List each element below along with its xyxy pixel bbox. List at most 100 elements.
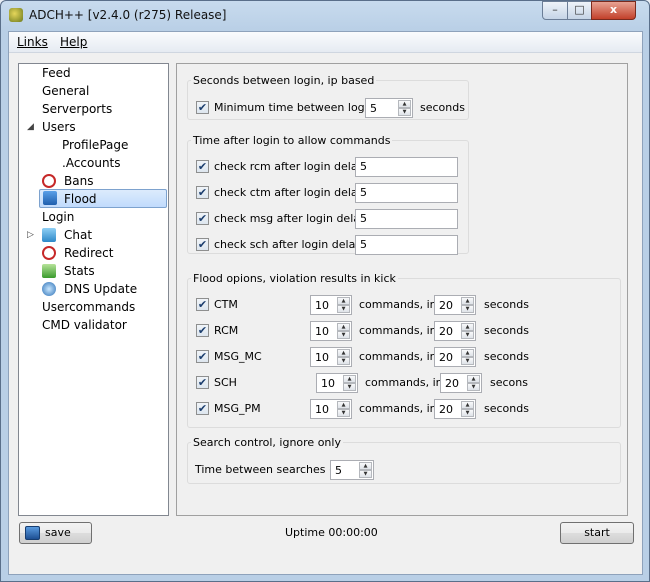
min-time-checkbox[interactable]: ✔ [196, 101, 209, 114]
spin-down-icon[interactable]: ▼ [467, 383, 480, 391]
spin-down-icon[interactable]: ▼ [461, 357, 474, 365]
window-title: ADCH++ [v2.4.0 (r275) Release] [29, 8, 227, 22]
tree-item-chat[interactable]: Chat [64, 226, 92, 244]
msg-mc-label: MSG_MC [214, 350, 262, 363]
rcm-checkbox[interactable]: ✔ [196, 324, 209, 337]
msg-pm-label: MSG_PM [214, 402, 261, 415]
sch-mid-label: commands, in [365, 376, 443, 389]
spin-up-icon[interactable]: ▲ [337, 297, 350, 305]
spin-up-icon[interactable]: ▲ [461, 297, 474, 305]
tree-item-dns-update[interactable]: DNS Update [64, 280, 137, 298]
spin-down-icon[interactable]: ▼ [337, 409, 350, 417]
spin-down-icon[interactable]: ▼ [461, 305, 474, 313]
tree-item-bans[interactable]: Bans [64, 172, 93, 190]
msg-mc-seconds-spinner[interactable]: 20 ▲ ▼ [434, 347, 476, 367]
check-ctm-input[interactable]: 5 [355, 183, 458, 203]
minimize-button[interactable]: – [542, 1, 568, 20]
sch-seconds-spinner[interactable]: 20 ▲ ▼ [440, 373, 482, 393]
check-rcm-input[interactable]: 5 [355, 157, 458, 177]
spin-up-icon[interactable]: ▲ [337, 323, 350, 331]
spin-up-icon[interactable]: ▲ [461, 323, 474, 331]
tree-item-users[interactable]: Users [42, 118, 76, 136]
tree-item-accounts[interactable]: .Accounts [62, 154, 121, 172]
sch-checkbox[interactable]: ✔ [196, 376, 209, 389]
spin-down-icon[interactable]: ▼ [343, 383, 356, 391]
ctm-checkbox[interactable]: ✔ [196, 298, 209, 311]
check-msg-label: check msg after login delay [214, 212, 367, 225]
settings-tree[interactable]: Feed General Serverports ◢ Users Profile… [18, 63, 169, 516]
spin-up-icon[interactable]: ▲ [343, 375, 356, 383]
dns-update-icon [42, 282, 56, 296]
tree-item-redirect[interactable]: Redirect [64, 244, 114, 262]
msg-pm-checkbox[interactable]: ✔ [196, 402, 209, 415]
spin-up-icon[interactable]: ▲ [359, 462, 372, 470]
sch-count-value: 10 [321, 377, 335, 390]
rcm-seconds-spinner[interactable]: 20 ▲ ▼ [434, 321, 476, 341]
rcm-count-spinner[interactable]: 10 ▲ ▼ [310, 321, 352, 341]
ctm-count-spinner[interactable]: 10 ▲ ▼ [310, 295, 352, 315]
title-bar[interactable]: ADCH++ [v2.4.0 (r275) Release] – □ x [1, 1, 649, 31]
msg-pm-count-spinner[interactable]: 10 ▲ ▼ [310, 399, 352, 419]
spin-down-icon[interactable]: ▼ [461, 331, 474, 339]
client-area: Links Help Feed General Serverports ◢ Us… [8, 31, 643, 575]
tree-item-serverports[interactable]: Serverports [42, 100, 112, 118]
spin-up-icon[interactable]: ▲ [398, 100, 411, 108]
spin-down-icon[interactable]: ▼ [337, 305, 350, 313]
rcm-label: RCM [214, 324, 239, 337]
tree-item-feed[interactable]: Feed [42, 64, 71, 82]
close-button[interactable]: x [591, 1, 636, 20]
tree-item-login[interactable]: Login [42, 208, 74, 226]
sch-count-spinner[interactable]: 10 ▲ ▼ [316, 373, 358, 393]
tree-item-stats[interactable]: Stats [64, 262, 95, 280]
spin-down-icon[interactable]: ▼ [337, 331, 350, 339]
search-time-label: Time between searches (s) [195, 463, 344, 476]
search-time-spinner[interactable]: 5 ▲ ▼ [330, 460, 374, 480]
check-sch-checkbox[interactable]: ✔ [196, 238, 209, 251]
min-time-spinner[interactable]: 5 ▲ ▼ [365, 98, 413, 118]
sch-seconds-value: 20 [445, 377, 459, 390]
spin-up-icon[interactable]: ▲ [461, 401, 474, 409]
maximize-button[interactable]: □ [567, 1, 592, 20]
tree-item-profilepage[interactable]: ProfilePage [62, 136, 128, 154]
spin-up-icon[interactable]: ▲ [337, 349, 350, 357]
msg-mc-checkbox[interactable]: ✔ [196, 350, 209, 363]
check-sch-input[interactable]: 5 [355, 235, 458, 255]
tree-item-general[interactable]: General [42, 82, 89, 100]
msg-pm-seconds-spinner[interactable]: 20 ▲ ▼ [434, 399, 476, 419]
check-rcm-checkbox[interactable]: ✔ [196, 160, 209, 173]
check-msg-input[interactable]: 5 [355, 209, 458, 229]
menu-links[interactable]: Links [17, 35, 48, 49]
msg-mc-count-spinner[interactable]: 10 ▲ ▼ [310, 347, 352, 367]
menu-links-label: Links [17, 35, 48, 49]
msg-pm-seconds-value: 20 [439, 403, 453, 416]
tree-item-cmd-validator[interactable]: CMD validator [42, 316, 127, 334]
save-button-label: save [45, 526, 71, 539]
spin-down-icon[interactable]: ▼ [359, 470, 372, 478]
chat-collapsed-icon[interactable]: ▷ [27, 230, 34, 240]
tree-item-usercommands[interactable]: Usercommands [42, 298, 135, 316]
menu-help[interactable]: Help [60, 35, 87, 49]
check-msg-checkbox[interactable]: ✔ [196, 212, 209, 225]
check-ctm-checkbox[interactable]: ✔ [196, 186, 209, 199]
ctm-label: CTM [214, 298, 238, 311]
ctm-count-value: 10 [315, 299, 329, 312]
start-button[interactable]: start [560, 522, 634, 544]
spin-up-icon[interactable]: ▲ [461, 349, 474, 357]
flood-group-title: Flood opions, violation results in kick [191, 272, 398, 285]
tree-item-flood-selected[interactable]: Flood [39, 189, 167, 208]
stats-icon [42, 264, 56, 278]
spin-up-icon[interactable]: ▲ [467, 375, 480, 383]
min-time-unit: seconds [420, 101, 465, 114]
flood-icon [43, 191, 57, 205]
save-button[interactable]: save [19, 522, 92, 544]
spin-down-icon[interactable]: ▼ [461, 409, 474, 417]
rcm-count-value: 10 [315, 325, 329, 338]
spin-down-icon[interactable]: ▼ [337, 357, 350, 365]
ctm-seconds-spinner[interactable]: 20 ▲ ▼ [434, 295, 476, 315]
rcm-seconds-value: 20 [439, 325, 453, 338]
sch-label: SCH [214, 376, 237, 389]
spin-up-icon[interactable]: ▲ [337, 401, 350, 409]
spin-down-icon[interactable]: ▼ [398, 108, 411, 116]
users-expanded-icon[interactable]: ◢ [27, 122, 34, 132]
search-group-title: Search control, ignore only [191, 436, 343, 449]
